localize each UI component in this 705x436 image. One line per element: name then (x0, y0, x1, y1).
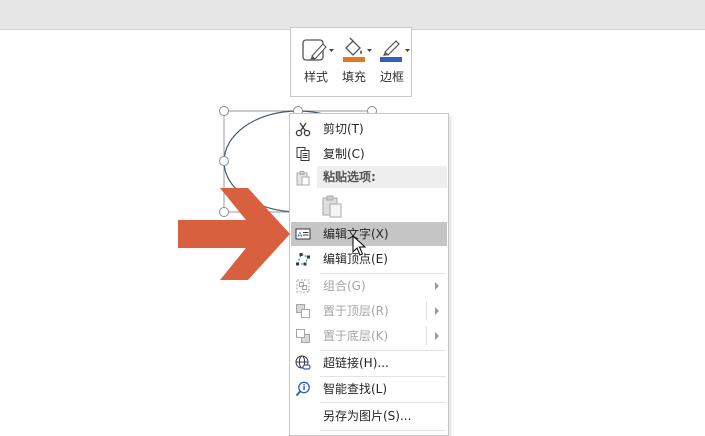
svg-text:A: A (298, 231, 303, 239)
annotation-arrow-icon (178, 188, 290, 280)
mouse-pointer-icon (352, 235, 366, 256)
menu-item-cut-label: 剪切(T) (323, 122, 364, 136)
menu-item-bring-to-front[interactable]: 置于顶层(R) (291, 299, 447, 323)
menu-separator (320, 402, 446, 403)
style-label: 样式 (303, 70, 328, 84)
menu-item-smart-lookup[interactable]: 智能查找(L) (291, 377, 447, 401)
menu-item-hyperlink-label: 超链接(H)... (323, 356, 389, 370)
menu-item-copy-label: 复制(C) (323, 147, 365, 161)
scissors-icon (295, 122, 311, 137)
resize-handle-left (219, 156, 229, 166)
menu-item-cut[interactable]: 剪切(T) (291, 117, 447, 141)
menu-item-send-to-back-label: 置于底层(K) (323, 329, 389, 343)
border-label: 边框 (379, 70, 404, 84)
paste-options-header: 粘贴选项: (317, 166, 447, 188)
group-icon (296, 279, 310, 293)
edit-text-icon: A (295, 228, 311, 240)
context-menu: 剪切(T) 复制(C) 粘贴选项: A 编辑文字(X) 编辑顶点(E) 组合(G… (289, 113, 449, 436)
paste-option-keep-source[interactable] (291, 192, 447, 222)
style-button[interactable]: 样式 (297, 34, 335, 92)
smart-lookup-icon (295, 381, 310, 397)
edit-points-icon (296, 253, 310, 266)
border-button[interactable]: 边框 (373, 34, 411, 92)
hyperlink-icon (295, 355, 311, 370)
fill-button[interactable]: 填充 (335, 34, 373, 92)
mini-toolbar: 样式 填充 边框 (290, 27, 412, 97)
menu-item-send-to-back[interactable]: 置于底层(K) (291, 324, 447, 348)
menu-separator (320, 430, 446, 431)
menu-item-bring-to-front-label: 置于顶层(R) (323, 304, 389, 318)
menu-item-hyperlink[interactable]: 超链接(H)... (291, 351, 447, 375)
paste-icon (296, 171, 310, 186)
submenu-arrow-icon[interactable] (435, 332, 439, 340)
menu-item-save-as-picture-label: 另存为图片(S)... (323, 409, 412, 423)
paint-bucket-icon (343, 37, 372, 62)
menu-item-copy[interactable]: 复制(C) (291, 142, 447, 166)
resize-handle-top-left (219, 106, 229, 116)
send-back-icon (296, 329, 310, 343)
submenu-arrow-icon (435, 282, 439, 290)
menu-item-edit-text[interactable]: A 编辑文字(X) (291, 222, 447, 246)
bring-front-icon (296, 304, 310, 318)
submenu-arrow-icon[interactable] (435, 307, 439, 315)
split-separator (426, 302, 427, 320)
menu-item-smart-lookup-label: 智能查找(L) (323, 382, 388, 396)
paste-options-label: 粘贴选项: (323, 170, 376, 184)
split-separator (426, 327, 427, 345)
menu-item-group[interactable]: 组合(G) (291, 274, 447, 298)
menu-item-edit-points[interactable]: 编辑顶点(E) (291, 247, 447, 271)
paste-clipboard-icon (322, 195, 342, 218)
menu-item-group-label: 组合(G) (323, 279, 366, 293)
copy-icon (296, 147, 310, 161)
shape-style-icon (302, 39, 334, 61)
fill-label: 填充 (341, 70, 366, 84)
menu-item-save-as-picture[interactable]: 另存为图片(S)... (291, 404, 447, 428)
pen-outline-icon (380, 40, 410, 62)
